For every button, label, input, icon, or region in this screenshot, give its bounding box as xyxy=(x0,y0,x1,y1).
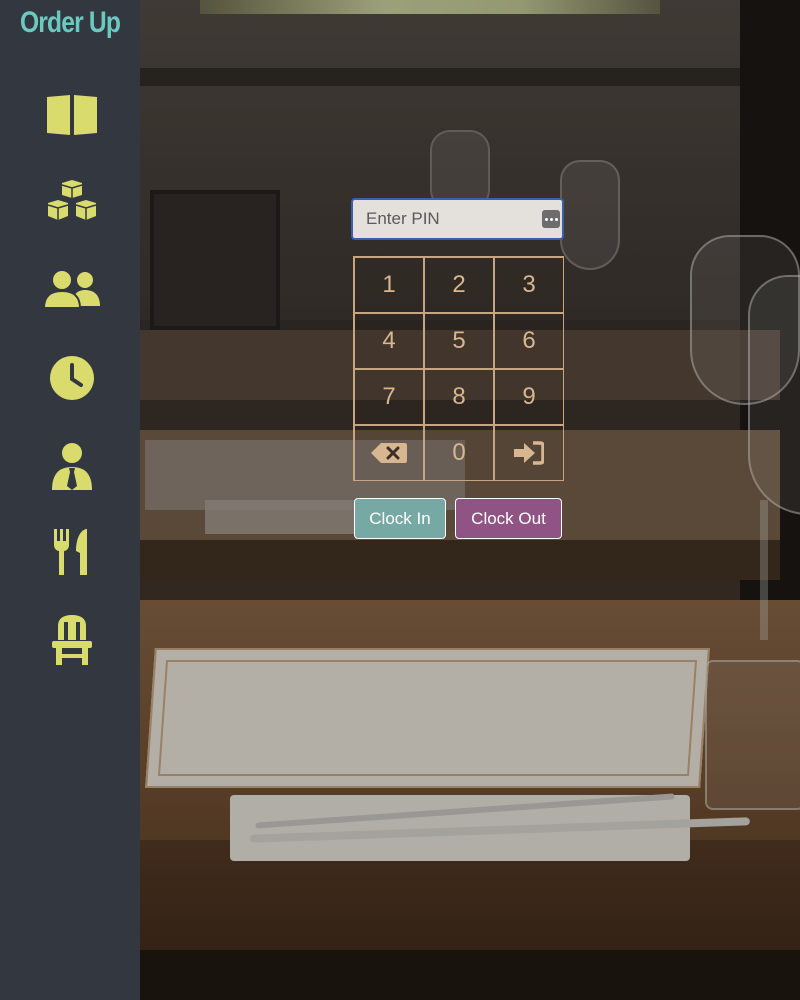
keypad-key-6[interactable]: 6 xyxy=(494,313,564,369)
keypad-submit-button[interactable] xyxy=(494,425,564,481)
keypad-key-0[interactable]: 0 xyxy=(424,425,494,481)
sidebar-item-customers[interactable] xyxy=(40,260,104,320)
clock-in-button[interactable]: Clock In xyxy=(354,498,446,539)
sidebar-item-time[interactable] xyxy=(40,348,104,408)
sidebar-item-tables[interactable] xyxy=(40,610,104,670)
sidebar-item-staff[interactable] xyxy=(40,436,104,496)
keypad-key-2[interactable]: 2 xyxy=(424,257,494,313)
chair-icon xyxy=(52,615,92,665)
keypad-key-1[interactable]: 1 xyxy=(354,257,424,313)
app-logo-title[interactable]: Order Up xyxy=(13,6,128,40)
sidebar-item-menu[interactable] xyxy=(40,85,104,145)
utensils-icon xyxy=(54,529,87,575)
clock-out-button[interactable]: Clock Out xyxy=(455,498,562,539)
sign-in-icon xyxy=(514,441,544,465)
users-icon xyxy=(42,271,100,309)
pin-field xyxy=(351,198,564,240)
book-open-icon xyxy=(47,95,97,135)
clock-icon xyxy=(50,356,94,400)
keypad-key-5[interactable]: 5 xyxy=(424,313,494,369)
user-tie-icon xyxy=(52,443,92,490)
keypad-key-4[interactable]: 4 xyxy=(354,313,424,369)
sidebar-item-kitchen[interactable] xyxy=(40,522,104,582)
password-dots-icon[interactable] xyxy=(542,210,560,228)
keypad-key-7[interactable]: 7 xyxy=(354,369,424,425)
keypad-key-9[interactable]: 9 xyxy=(494,369,564,425)
sidebar-item-inventory[interactable] xyxy=(40,172,104,232)
keypad-key-8[interactable]: 8 xyxy=(424,369,494,425)
keypad-backspace-button[interactable] xyxy=(354,425,424,481)
pin-input[interactable] xyxy=(353,200,533,238)
backspace-icon xyxy=(371,443,407,463)
keypad-key-3[interactable]: 3 xyxy=(494,257,564,313)
sidebar: Order Up xyxy=(0,0,140,1000)
cubes-icon xyxy=(47,180,97,220)
pin-keypad: 1 2 3 4 5 6 7 8 9 0 xyxy=(353,256,564,481)
